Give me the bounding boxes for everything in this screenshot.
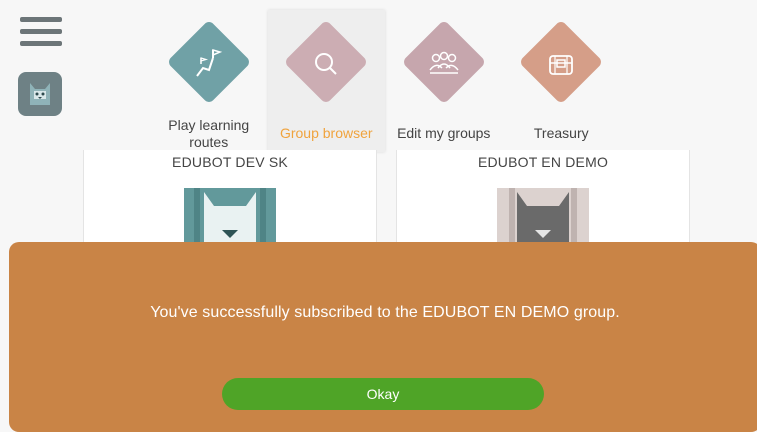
hamburger-menu-icon[interactable] (20, 17, 62, 51)
subscription-success-dialog: You've successfully subscribed to the ED… (9, 242, 757, 432)
group-name: EDUBOT DEV SK (172, 154, 288, 170)
okay-button[interactable]: Okay (222, 378, 544, 410)
nav-label-play-learning-routes: Play learning routes (168, 117, 250, 150)
nav-label-edit-my-groups: Edit my groups (397, 125, 491, 141)
robot-avatar-icon (30, 83, 50, 105)
nav-group-browser[interactable]: Group browser (267, 10, 385, 152)
nav-treasury[interactable]: Treasury (503, 10, 621, 152)
group-name: EDUBOT EN DEMO (477, 154, 609, 170)
nav-label-treasury: Treasury (533, 125, 589, 141)
profile-avatar-button[interactable] (18, 72, 62, 116)
route-flag-icon (195, 49, 222, 77)
nav-edit-my-groups[interactable]: Edit my groups (385, 10, 503, 152)
main-navigation: Play learning routes Group browser Edit … (150, 10, 620, 152)
search-icon (315, 53, 337, 75)
nav-label-group-browser: Group browser (279, 125, 373, 141)
treasure-chest-icon (549, 55, 574, 75)
people-group-icon (429, 51, 459, 74)
nav-play-learning-routes[interactable]: Play learning routes (150, 10, 268, 152)
dialog-message: You've successfully subscribed to the ED… (150, 304, 620, 321)
